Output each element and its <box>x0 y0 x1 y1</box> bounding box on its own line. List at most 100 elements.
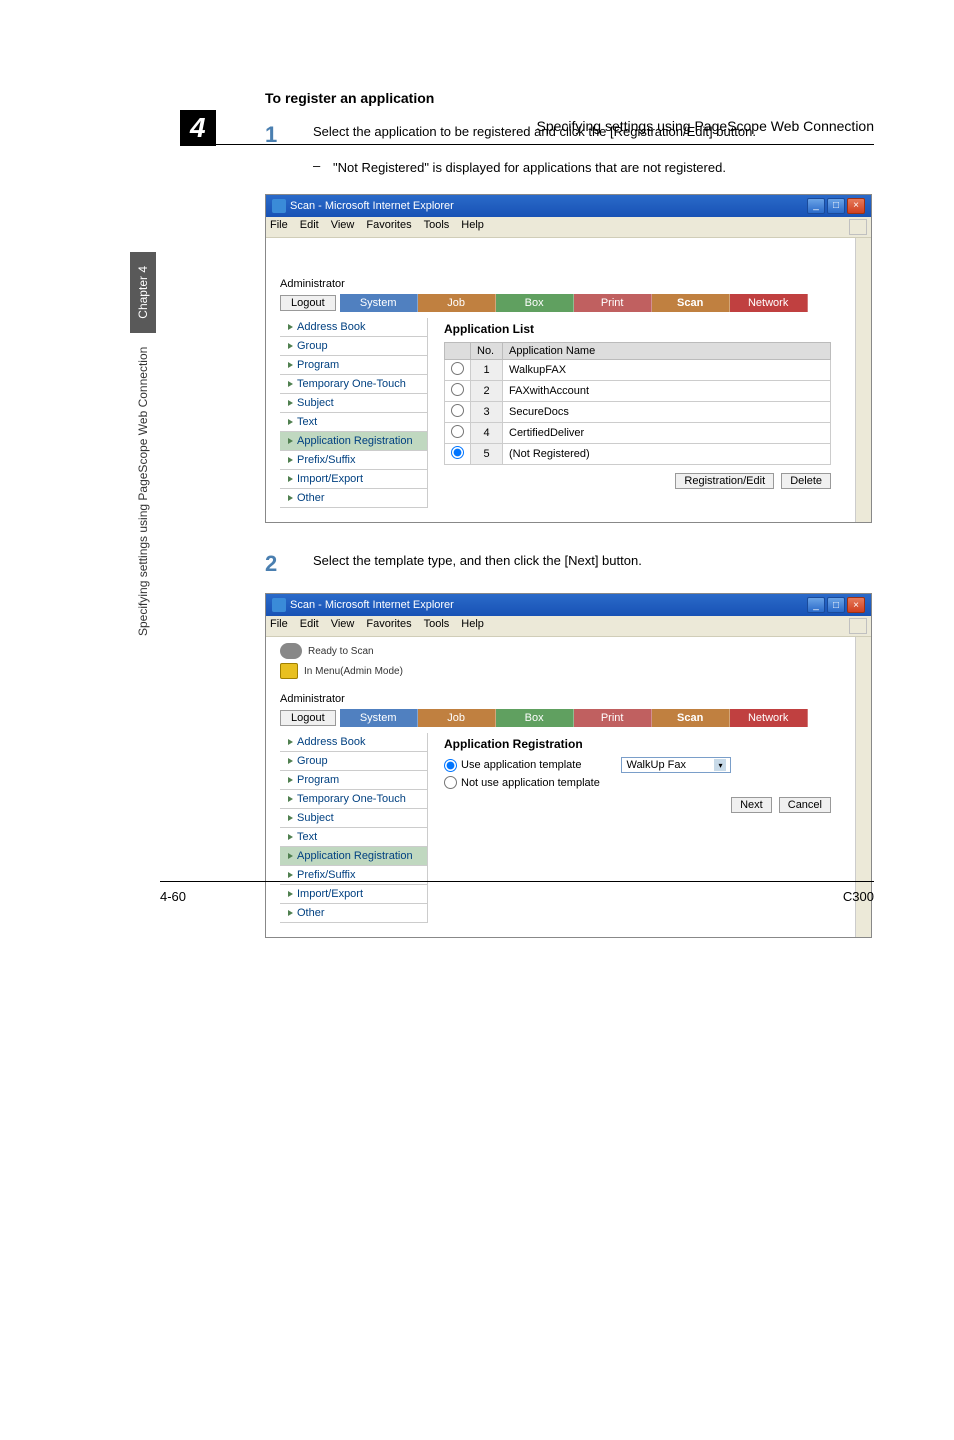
footer-left: 4-60 <box>160 889 186 904</box>
row-no: 1 <box>471 359 503 380</box>
row-name: WalkupFAX <box>503 359 831 380</box>
sidebar-item-group[interactable]: Group <box>280 752 427 771</box>
menu-favorites[interactable]: Favorites <box>366 618 411 634</box>
sidebar-item-address-book[interactable]: Address Book <box>280 733 427 752</box>
sidebar-item-program[interactable]: Program <box>280 356 427 375</box>
table-row: 4 CertifiedDeliver <box>445 422 831 443</box>
col-name: Application Name <box>503 342 831 359</box>
triangle-icon <box>288 758 293 764</box>
warning-icon <box>280 663 298 679</box>
sidebar-item-subject[interactable]: Subject <box>280 809 427 828</box>
sidebar-item-label: Address Book <box>297 321 365 333</box>
triangle-icon <box>288 796 293 802</box>
sidebar-item-text[interactable]: Text <box>280 828 427 847</box>
logout-button[interactable]: Logout <box>280 295 336 311</box>
minimize-button[interactable]: _ <box>807 198 825 214</box>
panel-title: Application List <box>444 322 831 336</box>
tab-scan[interactable]: Scan <box>652 294 730 312</box>
menu-tools[interactable]: Tools <box>424 219 450 235</box>
tab-job[interactable]: Job <box>418 294 496 312</box>
triangle-icon <box>288 343 293 349</box>
maximize-button[interactable]: □ <box>827 198 845 214</box>
app-radio-2[interactable] <box>451 383 464 396</box>
sidebar-item-label: Group <box>297 340 328 352</box>
sidebar-item-temporary[interactable]: Temporary One-Touch <box>280 375 427 394</box>
sidebar-item-prefix-suffix[interactable]: Prefix/Suffix <box>280 451 427 470</box>
sidebar-item-application-registration[interactable]: Application Registration <box>280 432 427 451</box>
app-radio-5[interactable] <box>451 446 464 459</box>
tab-system[interactable]: System <box>340 294 418 312</box>
chapter-number: 4 <box>180 110 216 146</box>
app-radio-3[interactable] <box>451 404 464 417</box>
tab-scan[interactable]: Scan <box>652 709 730 727</box>
delete-button[interactable]: Delete <box>781 473 831 489</box>
close-button[interactable]: × <box>847 198 865 214</box>
menu-view[interactable]: View <box>331 219 355 235</box>
sidebar-item-label: Prefix/Suffix <box>297 869 356 881</box>
menu-help[interactable]: Help <box>461 219 484 235</box>
sidebar-item-application-registration[interactable]: Application Registration <box>280 847 427 866</box>
app-radio-1[interactable] <box>451 362 464 375</box>
sidebar-item-subject[interactable]: Subject <box>280 394 427 413</box>
cancel-button[interactable]: Cancel <box>779 797 831 813</box>
triangle-icon <box>288 815 293 821</box>
sidebar-item-other[interactable]: Other <box>280 904 427 923</box>
menu-view[interactable]: View <box>331 618 355 634</box>
tab-system[interactable]: System <box>340 709 418 727</box>
ie-icon <box>272 199 286 213</box>
minimize-button[interactable]: _ <box>807 597 825 613</box>
window-titlebar: Scan - Microsoft Internet Explorer _ □ × <box>266 594 871 616</box>
top-tabs: System Job Box Print Scan Network <box>340 294 808 312</box>
row-name: (Not Registered) <box>503 443 831 464</box>
top-tabs: System Job Box Print Scan Network <box>340 709 808 727</box>
next-button[interactable]: Next <box>731 797 772 813</box>
sidebar-item-label: Program <box>297 774 339 786</box>
app-radio-4[interactable] <box>451 425 464 438</box>
sidebar-item-temporary[interactable]: Temporary One-Touch <box>280 790 427 809</box>
tab-network[interactable]: Network <box>730 294 808 312</box>
sidebar-item-address-book[interactable]: Address Book <box>280 318 427 337</box>
triangle-icon <box>288 834 293 840</box>
template-dropdown[interactable]: WalkUp Fax ▾ <box>621 757 731 773</box>
menu-file[interactable]: File <box>270 618 288 634</box>
table-row: 3 SecureDocs <box>445 401 831 422</box>
sidebar-item-group[interactable]: Group <box>280 337 427 356</box>
administrator-label: Administrator <box>280 693 841 705</box>
triangle-icon <box>288 400 293 406</box>
tab-box[interactable]: Box <box>496 709 574 727</box>
registration-edit-button[interactable]: Registration/Edit <box>675 473 774 489</box>
use-template-radio[interactable] <box>444 759 457 772</box>
close-button[interactable]: × <box>847 597 865 613</box>
tab-job[interactable]: Job <box>418 709 496 727</box>
sidebar-item-label: Subject <box>297 397 334 409</box>
sidebar-item-import-export[interactable]: Import/Export <box>280 470 427 489</box>
menu-favorites[interactable]: Favorites <box>366 219 411 235</box>
menu-help[interactable]: Help <box>461 618 484 634</box>
row-name: SecureDocs <box>503 401 831 422</box>
sidebar-item-text[interactable]: Text <box>280 413 427 432</box>
not-use-template-radio[interactable] <box>444 776 457 789</box>
menu-edit[interactable]: Edit <box>300 618 319 634</box>
maximize-button[interactable]: □ <box>827 597 845 613</box>
ie-icon <box>272 598 286 612</box>
triangle-icon <box>288 324 293 330</box>
menu-file[interactable]: File <box>270 219 288 235</box>
tab-print[interactable]: Print <box>574 709 652 727</box>
tab-box[interactable]: Box <box>496 294 574 312</box>
sidebar-item-label: Address Book <box>297 736 365 748</box>
menu-tools[interactable]: Tools <box>424 618 450 634</box>
section-heading: To register an application <box>265 90 874 106</box>
right-panel: Application List No. Application Name <box>428 318 841 508</box>
sidebar-item-prefix-suffix[interactable]: Prefix/Suffix <box>280 866 427 885</box>
menu-edit[interactable]: Edit <box>300 219 319 235</box>
scrollbar[interactable] <box>855 238 871 522</box>
row-no: 5 <box>471 443 503 464</box>
sidebar-item-other[interactable]: Other <box>280 489 427 508</box>
logout-button[interactable]: Logout <box>280 710 336 726</box>
tab-print[interactable]: Print <box>574 294 652 312</box>
tab-network[interactable]: Network <box>730 709 808 727</box>
table-row: 1 WalkupFAX <box>445 359 831 380</box>
sidebar-item-program[interactable]: Program <box>280 771 427 790</box>
panel-title: Application Registration <box>444 737 831 751</box>
screenshot-2: Scan - Microsoft Internet Explorer _ □ ×… <box>265 593 872 938</box>
